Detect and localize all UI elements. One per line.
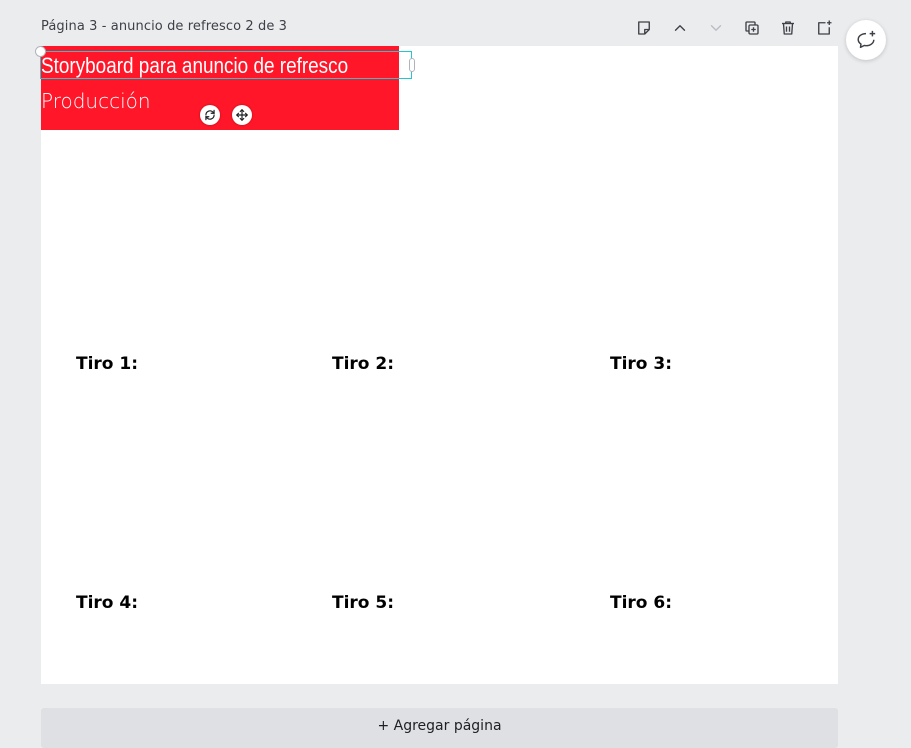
add-page-icon[interactable] [814,18,834,38]
shot-label-6[interactable]: Tiro 6: [610,593,672,613]
rotate-handle[interactable] [35,46,46,57]
shot-label-4[interactable]: Tiro 4: [76,593,138,613]
add-comment-icon [857,30,876,49]
page-title: Página 3 - anuncio de refresco 2 de 3 [41,19,288,34]
trash-icon[interactable] [778,18,798,38]
shot-label-1[interactable]: Tiro 1: [76,354,138,374]
design-canvas[interactable]: Storyboard para anuncio de refresco Prod… [35,46,838,684]
page-header: Página 3 - anuncio de refresco 2 de 3 [41,18,838,38]
chevron-up-icon[interactable] [670,18,690,38]
shot-label-2[interactable]: Tiro 2: [332,354,394,374]
shot-label-5[interactable]: Tiro 5: [332,593,394,613]
shot-label-3[interactable]: Tiro 3: [610,354,672,374]
banner-subtitle[interactable]: Producción [41,88,151,114]
duplicate-icon[interactable] [742,18,762,38]
selection-box[interactable] [35,46,415,79]
sticky-note-icon[interactable] [634,18,654,38]
rotate-icon [205,109,215,121]
move-icon [236,109,248,121]
rotate-button[interactable] [200,105,220,125]
add-comment-button[interactable] [846,20,886,60]
add-page-label: + Agregar página [377,718,502,734]
chevron-down-icon[interactable] [706,18,726,38]
move-button[interactable] [232,105,252,125]
add-page-button[interactable]: + Agregar página [41,708,838,748]
resize-handle[interactable] [409,58,415,72]
